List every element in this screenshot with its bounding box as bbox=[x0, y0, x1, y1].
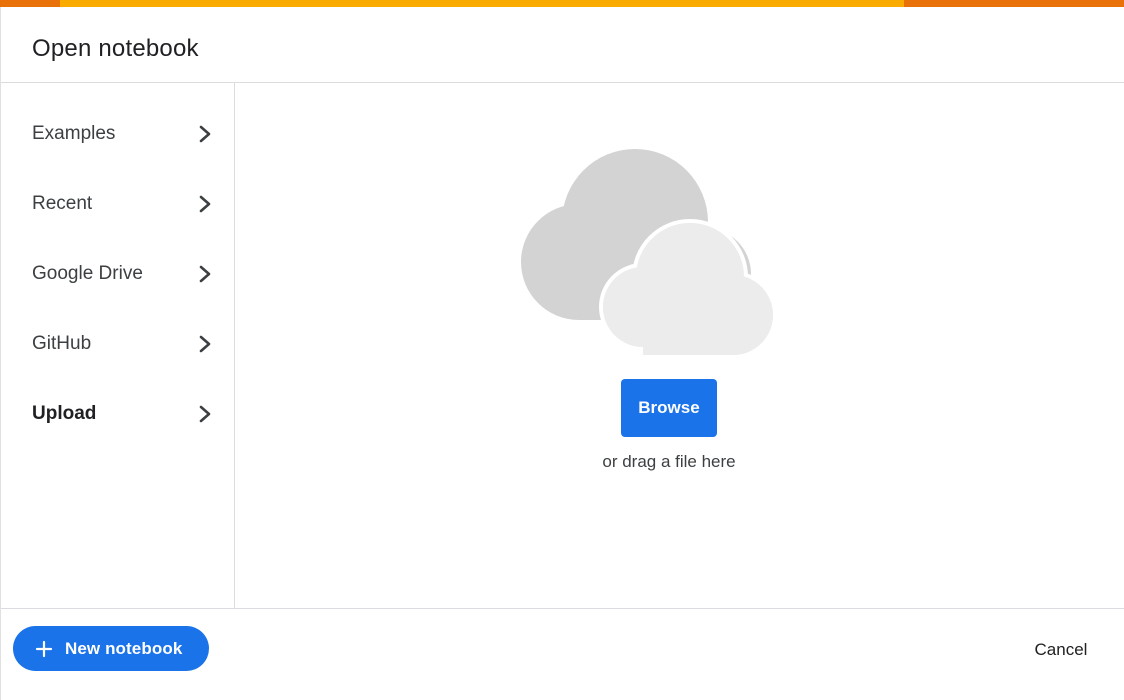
new-notebook-label: New notebook bbox=[65, 638, 183, 658]
cloud-icon bbox=[521, 149, 777, 359]
cancel-button[interactable]: Cancel bbox=[1020, 636, 1102, 664]
sidebar-item-google-drive[interactable]: Google Drive bbox=[1, 239, 234, 309]
sidebar-item-label: Upload bbox=[32, 403, 97, 424]
chevron-right-icon bbox=[199, 335, 211, 353]
open-notebook-dialog: Open notebook Examples Recent Google Dri… bbox=[0, 7, 1124, 700]
plus-icon bbox=[35, 640, 53, 657]
sidebar-item-examples[interactable]: Examples bbox=[1, 99, 234, 169]
top-bar-right-segment bbox=[904, 0, 1124, 7]
chevron-right-icon bbox=[199, 265, 211, 283]
dialog-title: Open notebook bbox=[32, 35, 199, 62]
top-bar-left-segment bbox=[0, 0, 60, 7]
upload-panel[interactable]: Browse or drag a file here bbox=[235, 83, 1124, 608]
chevron-right-icon bbox=[199, 125, 211, 143]
footer-divider bbox=[1, 608, 1124, 609]
sidebar: Examples Recent Google Drive GitHub Uplo… bbox=[1, 83, 235, 608]
top-color-bar bbox=[0, 0, 1124, 7]
sidebar-item-github[interactable]: GitHub bbox=[1, 309, 234, 379]
sidebar-item-label: Recent bbox=[32, 193, 93, 214]
new-notebook-button[interactable]: New notebook bbox=[13, 626, 209, 671]
chevron-right-icon bbox=[199, 195, 211, 213]
sidebar-item-label: GitHub bbox=[32, 333, 92, 354]
drag-hint-text: or drag a file here bbox=[602, 452, 736, 471]
sidebar-item-label: Examples bbox=[32, 123, 116, 144]
sidebar-item-recent[interactable]: Recent bbox=[1, 169, 234, 239]
chevron-right-icon bbox=[199, 405, 211, 423]
sidebar-item-upload[interactable]: Upload bbox=[1, 379, 234, 449]
sidebar-item-label: Google Drive bbox=[32, 263, 143, 284]
browse-button[interactable]: Browse bbox=[621, 379, 717, 437]
